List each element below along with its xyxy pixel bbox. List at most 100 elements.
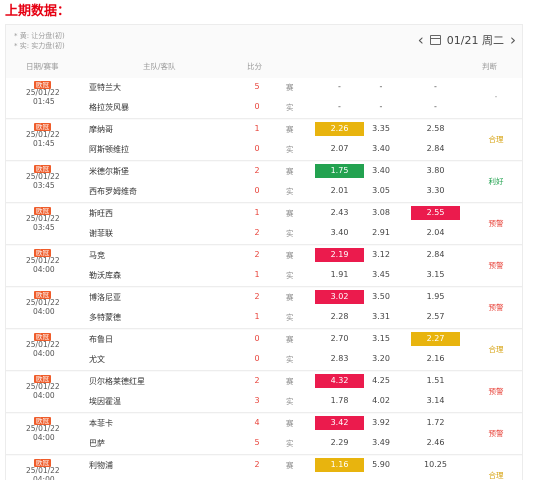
odds-initial: 3.35: [372, 124, 390, 133]
verdict-label: 合理: [488, 471, 504, 480]
home-score: 2: [254, 460, 260, 469]
odds-initial: 3.08: [372, 208, 390, 217]
odds-initial: 3.15: [372, 334, 390, 343]
odds-initial: 3.02: [315, 290, 364, 304]
note-line: * 黄: 让分盘(初): [14, 32, 65, 40]
odds-initial: 2.19: [315, 248, 364, 262]
away-score: 0: [254, 144, 260, 153]
table-row[interactable]: 欧冠 25/01/22 04:00 博洛尼亚 多特蒙德 2 1 赛实 3.02 2.28 3.50 3…: [6, 288, 522, 329]
row-tag: 实: [286, 145, 294, 154]
odds-initial: 2.27: [411, 332, 460, 346]
results-panel: * 黄: 让分盘(初) * 实: 实力盘(初) ‹ 01/21 周二 › 日期/…: [5, 24, 523, 480]
home-team[interactable]: 斯旺西: [89, 208, 113, 219]
odds-initial: 3.42: [315, 416, 364, 430]
table-row[interactable]: 欧冠 25/01/22 03:45 斯旺西 谢菲联 1 2 赛实 2.43 3.40 3.08 2.9…: [6, 204, 522, 245]
odds-initial: 2.43: [330, 208, 349, 217]
chevron-left-icon[interactable]: ‹: [418, 31, 424, 49]
odds-initial: 1.51: [426, 376, 445, 385]
table-header: 日期/赛事 主队/客队 比分 判断: [6, 58, 522, 75]
col-teams: 主队/客队: [143, 62, 176, 71]
home-team[interactable]: 博洛尼亚: [89, 292, 121, 303]
chevron-right-icon[interactable]: ›: [510, 31, 516, 49]
home-score: 2: [254, 250, 260, 259]
odds-initial: 3.80: [426, 166, 445, 175]
row-tag: 赛: [286, 251, 294, 260]
row-tag: 实: [286, 229, 294, 238]
home-score: 0: [254, 334, 260, 343]
odds-current: 2.07: [330, 144, 349, 153]
home-team[interactable]: 亚特兰大: [89, 82, 121, 93]
col-score: 比分: [247, 62, 262, 71]
odds-current: 2.84: [426, 144, 445, 153]
row-tag: 赛: [286, 83, 294, 92]
away-team[interactable]: 谢菲联: [89, 228, 113, 239]
verdict-label: 预警: [488, 387, 504, 396]
home-score: 2: [254, 292, 260, 301]
away-score: 1: [254, 312, 260, 321]
odds-current: 3.40: [372, 144, 390, 153]
home-team[interactable]: 本菲卡: [89, 418, 113, 429]
away-score: 2: [254, 228, 260, 237]
table-row[interactable]: 欧冠 25/01/22 04:00 布鲁日 尤文 0 0 赛实 2.70 2.83 3.15 3.20…: [6, 330, 522, 371]
row-tag: 实: [286, 355, 294, 364]
odds-initial: 3.40: [372, 166, 390, 175]
away-team[interactable]: 勒沃库森: [89, 270, 121, 281]
match-time: 03:45: [33, 223, 55, 232]
away-team[interactable]: 阿斯顿维拉: [89, 144, 129, 155]
odds-current: -: [338, 102, 341, 111]
row-tag: 赛: [286, 419, 294, 428]
away-team[interactable]: 尤文: [89, 354, 105, 365]
odds-initial: 2.70: [330, 334, 349, 343]
table-row[interactable]: 欧冠 25/01/22 03:45 米德尔斯堡 西布罗姆维奇 2 0 赛实 1.75 2.01 3.…: [6, 162, 522, 203]
table-row[interactable]: 欧冠25/01/2204:00利物浦里尔21赛实1.161.155.906.01…: [6, 456, 522, 480]
home-team[interactable]: 贝尔格莱德红星: [89, 376, 145, 387]
away-score: 5: [254, 438, 260, 447]
row-tag: 实: [286, 397, 294, 406]
home-team[interactable]: 米德尔斯堡: [89, 166, 129, 177]
current-date[interactable]: 01/21 周二: [447, 32, 504, 48]
table-row[interactable]: 欧冠 25/01/22 04:00 贝尔格莱德红星 埃因霍温 2 3 赛实 4.32 1.78 4.…: [6, 372, 522, 413]
home-score: 5: [254, 82, 260, 91]
odds-initial: 1.72: [426, 418, 445, 427]
home-team[interactable]: 布鲁日: [89, 334, 113, 345]
away-score: 3: [254, 396, 260, 405]
away-team[interactable]: 格拉茨风暴: [89, 102, 129, 113]
row-tag: 赛: [286, 125, 294, 134]
odds-initial: 2.84: [426, 250, 445, 259]
away-team[interactable]: 西布罗姆维奇: [89, 186, 137, 197]
away-team[interactable]: 巴萨: [89, 438, 105, 449]
table-row[interactable]: 欧冠 25/01/22 01:45 亚特兰大 格拉茨风暴 5 0 赛实 - - - - - - -: [6, 78, 522, 119]
match-date: 25/01/22: [26, 298, 60, 307]
row-tag: 赛: [286, 167, 294, 176]
table-row[interactable]: 欧冠 25/01/22 04:00 本菲卡 巴萨 4 5 赛实 3.42 2.29 3.92 3.49…: [6, 414, 522, 455]
home-team[interactable]: 利物浦: [89, 460, 113, 471]
away-team[interactable]: 埃因霍温: [89, 396, 121, 407]
home-score: 1: [254, 124, 260, 133]
odds-current: 3.45: [372, 270, 390, 279]
odds-current: -: [379, 102, 383, 111]
verdict-label: -: [494, 92, 498, 101]
odds-current: 3.15: [426, 270, 445, 279]
row-tag: 赛: [286, 461, 294, 470]
odds-initial: 2.58: [426, 124, 445, 133]
odds-current: 2.29: [330, 438, 349, 447]
odds-current: 2.28: [330, 312, 349, 321]
table-row[interactable]: 欧冠 25/01/22 01:45 摩纳哥 阿斯顿维拉 1 0 赛实 2.26 2.07 3.35 3…: [6, 120, 522, 161]
odds-initial: -: [379, 82, 383, 91]
odds-current: 3.31: [372, 312, 390, 321]
match-time: 03:45: [33, 181, 55, 190]
table-row[interactable]: 欧冠 25/01/22 04:00 马竞 勒沃库森 2 1 赛实 2.19 1.91 3.12 3.4…: [6, 246, 522, 287]
match-date: 25/01/22: [26, 130, 60, 139]
odds-current: 3.20: [372, 354, 390, 363]
row-tag: 实: [286, 187, 294, 196]
match-time: 04:00: [33, 391, 55, 400]
odds-initial: 10.25: [424, 460, 447, 469]
away-score: 1: [254, 270, 260, 279]
away-score: 0: [254, 102, 260, 111]
verdict-label: 预警: [488, 303, 504, 312]
home-team[interactable]: 摩纳哥: [89, 124, 113, 135]
away-team[interactable]: 多特蒙德: [89, 312, 121, 323]
home-team[interactable]: 马竞: [89, 250, 105, 261]
match-date: 25/01/22: [26, 424, 60, 433]
calendar-icon[interactable]: [429, 35, 441, 45]
